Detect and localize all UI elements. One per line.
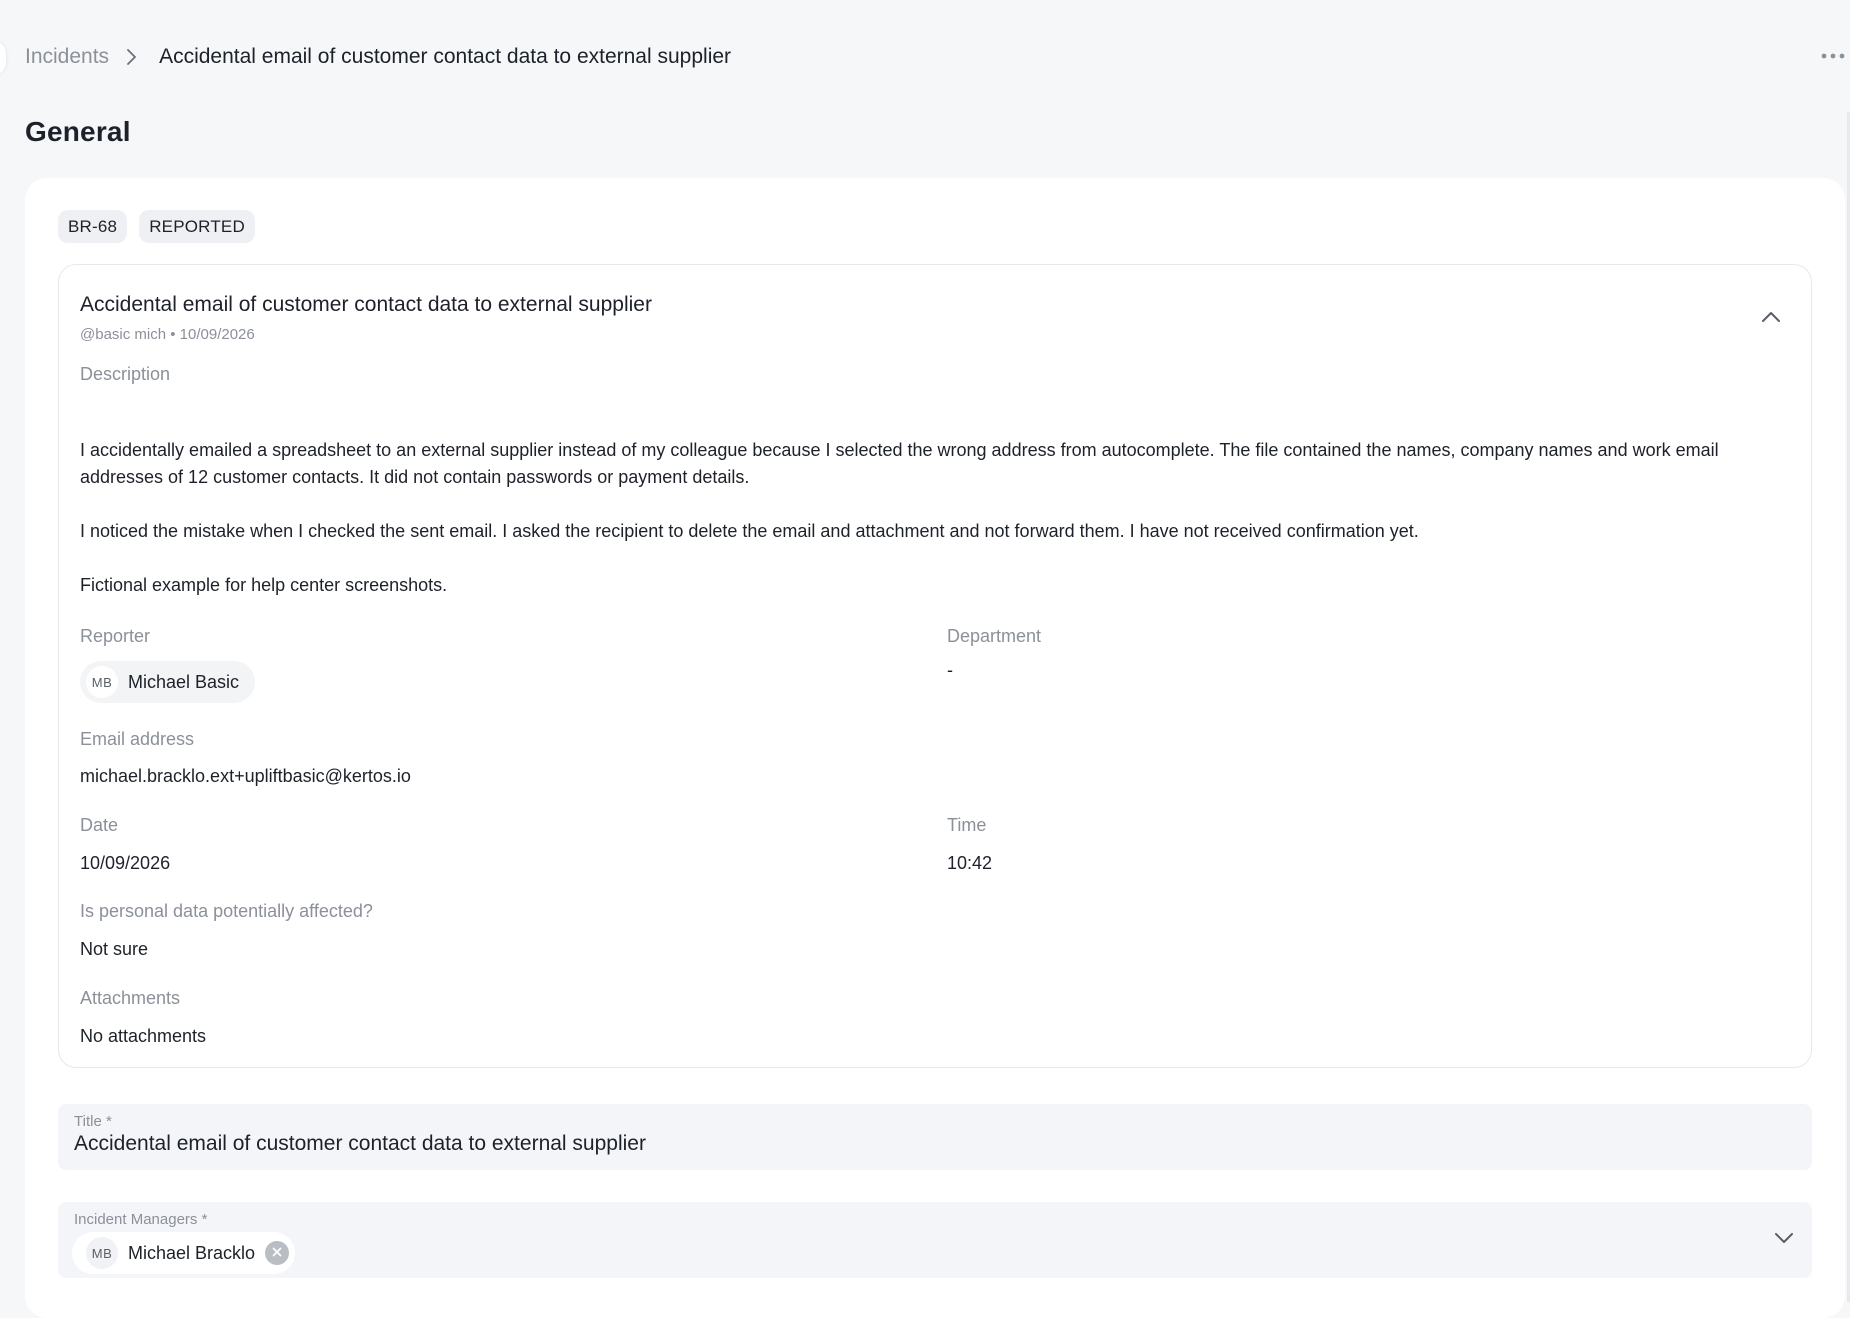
report-meta: @basic mich • 10/09/2026: [80, 326, 255, 343]
incident-report-panel: Accidental email of customer contact dat…: [58, 264, 1812, 1068]
managers-dropdown-button[interactable]: [1770, 1226, 1798, 1254]
incident-managers-field[interactable]: Incident Managers * MB Michael Bracklo: [58, 1202, 1812, 1278]
department-value: -: [947, 660, 953, 680]
incident-id-badge: BR-68: [58, 210, 128, 243]
collapse-report-button[interactable]: [1757, 305, 1785, 333]
title-field-label: Title *: [74, 1113, 112, 1130]
date-label: Date: [80, 815, 119, 835]
time-label: Time: [947, 815, 987, 835]
email-value: michael.bracklo.ext+upliftbasic@kertos.i…: [80, 766, 411, 786]
reporter-label: Reporter: [80, 626, 151, 646]
top-bar: Incidents Accidental email of customer c…: [0, 0, 1850, 112]
description-paragraph: I accidentally emailed a spreadsheet to …: [80, 440, 1719, 487]
page-title: General: [25, 116, 131, 147]
attachments-value: No attachments: [80, 1026, 207, 1046]
incident-managers-label: Incident Managers *: [74, 1211, 208, 1228]
description-text: I accidentally emailed a spreadsheet to …: [80, 437, 1790, 626]
breadcrumb-incidents-link[interactable]: Incidents: [25, 45, 109, 69]
email-label: Email address: [80, 729, 195, 749]
breadcrumb-current: Accidental email of customer contact dat…: [159, 45, 732, 68]
title-field: Title *: [58, 1104, 1812, 1170]
incident-tags: BR-68 REPORTED: [58, 210, 255, 243]
close-icon: [272, 1244, 282, 1262]
title-input[interactable]: [74, 1132, 1774, 1156]
chevron-down-icon: [1774, 1231, 1794, 1249]
department-label: Department: [947, 626, 1042, 646]
remove-manager-button[interactable]: [265, 1241, 290, 1265]
report-title: Accidental email of customer contact dat…: [80, 293, 652, 316]
description-label: Description: [80, 364, 171, 384]
avatar: MB: [86, 666, 118, 698]
manager-chip: MB Michael Bracklo: [72, 1232, 296, 1274]
reporter-name: Michael Basic: [128, 671, 240, 692]
status-badge: REPORTED: [139, 210, 255, 243]
attachments-label: Attachments: [80, 988, 181, 1008]
avatar: MB: [86, 1237, 118, 1269]
more-horizontal-icon: [1821, 47, 1847, 65]
description-paragraph: Fictional example for help center screen…: [80, 575, 448, 595]
personal-data-label: Is personal data potentially affected?: [80, 901, 373, 921]
breadcrumb: Incidents Accidental email of customer c…: [25, 40, 731, 74]
more-options-button[interactable]: [1818, 42, 1850, 70]
date-value: 10/09/2026: [80, 853, 171, 873]
chevron-up-icon: [1761, 310, 1781, 328]
time-value: 10:42: [947, 853, 993, 873]
description-paragraph: I noticed the mistake when I checked the…: [80, 521, 1419, 541]
manager-name: Michael Bracklo: [128, 1242, 256, 1263]
chevron-right-icon: [125, 48, 137, 66]
personal-data-value: Not sure: [80, 939, 149, 959]
general-card: BR-68 REPORTED Accidental email of custo…: [25, 178, 1845, 1318]
reporter-chip: MB Michael Basic: [80, 661, 256, 703]
